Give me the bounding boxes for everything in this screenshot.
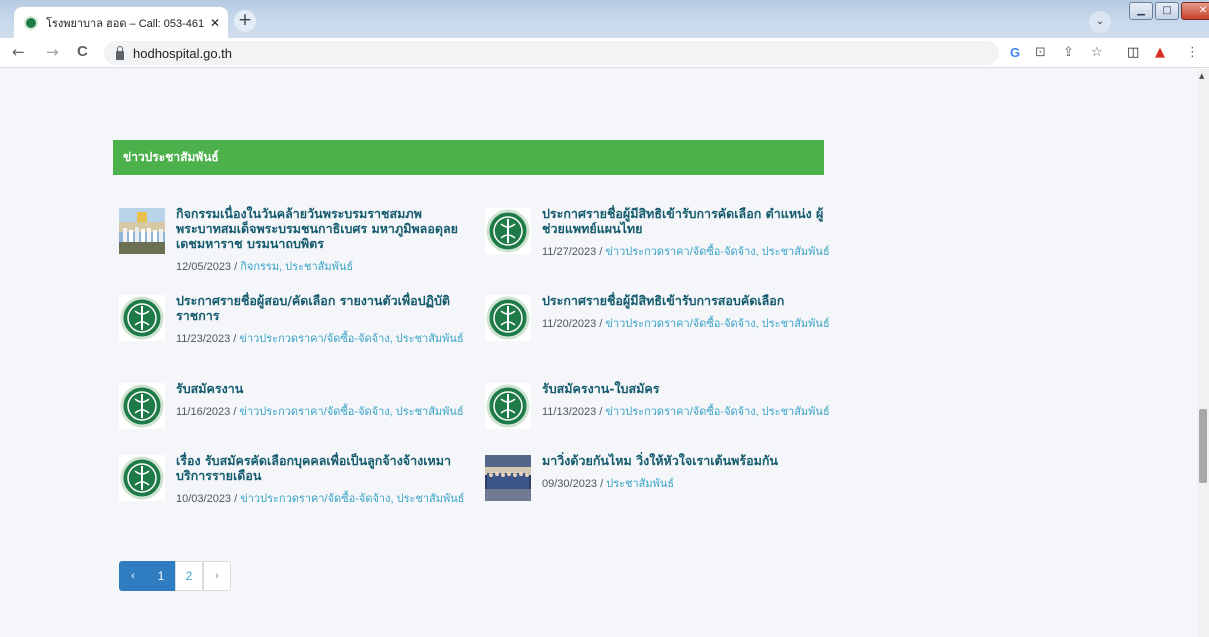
news-meta: 10/03/2023 / ข่าวประกวดราคา/จัดซื้อ-จัดจ… (176, 491, 466, 507)
running-photo-thumbnail[interactable] (485, 455, 531, 501)
news-category-link[interactable]: ข่าวประกวดราคา/จัดซื้อ-จัดจ้าง, ประชาสัม… (605, 318, 829, 330)
tab-title: โรงพยาบาล ฮอด – Call: 053-461121 (46, 17, 204, 30)
minimize-button[interactable]: ▁ (1129, 2, 1153, 20)
meta-separator: / (231, 493, 241, 505)
news-title-link[interactable]: มาวิ่งด้วยกันไหม วิ่งให้หัวใจเราเต้นพร้อ… (542, 453, 832, 468)
tab-close-icon[interactable]: ✕ (210, 16, 220, 30)
news-title-link[interactable]: เรื่อง รับสมัครคัดเลือกบุคคลเพื่อเป็นลูก… (176, 453, 466, 483)
pagination-page-2[interactable]: 2 (175, 561, 203, 591)
share-icon[interactable]: ⇪ (1063, 45, 1074, 60)
new-tab-button[interactable]: + (234, 10, 256, 32)
moph-logo-thumbnail[interactable] (485, 383, 531, 429)
moph-logo-thumbnail[interactable] (485, 295, 531, 341)
news-meta: 11/23/2023 / ข่าวประกวดราคา/จัดซื้อ-จัดจ… (176, 331, 466, 347)
back-button[interactable]: ← (12, 43, 25, 61)
meta-separator: / (231, 261, 241, 273)
pagination: ‹ 1 2 › (119, 561, 231, 591)
maximize-button[interactable]: □ (1155, 2, 1179, 20)
moph-logo-thumbnail[interactable] (119, 455, 165, 501)
news-meta: 09/30/2023 / ประชาสัมพันธ์ (542, 476, 832, 492)
news-meta: 11/16/2023 / ข่าวประกวดราคา/จัดซื้อ-จัดจ… (176, 404, 466, 420)
pagination-page-1[interactable]: 1 (147, 561, 175, 591)
url-text: hodhospital.go.th (133, 45, 233, 61)
news-date: 11/23/2023 (176, 333, 231, 345)
close-window-button[interactable]: ✕ (1181, 2, 1209, 20)
news-date: 11/16/2023 (176, 406, 231, 418)
news-title-link[interactable]: กิจกรรมเนื่องในวันคล้ายวันพระบรมราชสมภพพ… (176, 206, 466, 251)
pagination-next-button[interactable]: › (203, 561, 231, 591)
news-section-header: ข่าวประชาสัมพันธ์ (113, 140, 824, 175)
news-category-link[interactable]: ข่าวประกวดราคา/จัดซื้อ-จัดจ้าง, ประชาสัม… (605, 406, 829, 418)
reload-button[interactable]: C (77, 43, 88, 60)
news-category-link[interactable]: ข่าวประกวดราคา/จัดซื้อ-จัดจ้าง, ประชาสัม… (605, 246, 829, 258)
translate-icon[interactable]: ⊡ (1035, 45, 1046, 60)
news-meta: 11/20/2023 / ข่าวประกวดราคา/จัดซื้อ-จัดจ… (542, 316, 832, 332)
tab-search-button[interactable]: ⌄ (1089, 11, 1111, 33)
section-title: ข่าวประชาสัมพันธ์ (123, 150, 219, 164)
scroll-up-arrow-icon[interactable]: ▲ (1199, 72, 1204, 80)
extension-icon[interactable]: ▲ (1155, 45, 1165, 60)
page-content: ข่าวประชาสัมพันธ์ กิจกรรมเนื่องในวันคล้า… (0, 69, 1197, 637)
moph-logo-thumbnail[interactable] (119, 295, 165, 341)
news-date: 12/05/2023 (176, 261, 232, 273)
activity-photo-thumbnail[interactable] (119, 208, 165, 254)
moph-logo-thumbnail[interactable] (485, 208, 531, 254)
side-panel-icon[interactable]: ◫ (1127, 45, 1139, 60)
bookmark-star-icon[interactable]: ☆ (1091, 45, 1103, 60)
hospital-favicon-icon (24, 15, 38, 30)
pagination-prev-button[interactable]: ‹ (119, 561, 147, 591)
browser-tab-strip: โรงพยาบาล ฮอด – Call: 053-461121 ✕ + ⌄ ▁… (0, 0, 1209, 38)
news-meta: 11/13/2023 / ข่าวประกวดราคา/จัดซื้อ-จัดจ… (542, 404, 832, 420)
news-date: 10/03/2023 (176, 493, 232, 505)
vertical-scrollbar[interactable]: ▲ (1197, 69, 1209, 637)
scrollbar-thumb[interactable] (1199, 409, 1207, 483)
lock-icon (116, 45, 124, 60)
news-date: 11/13/2023 (542, 406, 597, 418)
news-category-link[interactable]: ข่าวประกวดราคา/จัดซื้อ-จัดจ้าง, ประชาสัม… (240, 493, 464, 505)
forward-button[interactable]: → (46, 43, 59, 61)
news-title-link[interactable]: ประกาศรายชื่อผู้สอบ/คัดเลือก รายงานตัวเพ… (176, 293, 466, 323)
news-meta: 11/27/2023 / ข่าวประกวดราคา/จัดซื้อ-จัดจ… (542, 244, 832, 260)
news-title-link[interactable]: รับสมัครงาน-ใบสมัคร (542, 381, 832, 396)
browser-tab[interactable]: โรงพยาบาล ฮอด – Call: 053-461121 ✕ (14, 7, 228, 38)
news-date: 11/27/2023 (542, 246, 597, 258)
news-category-link[interactable]: ข่าวประกวดราคา/จัดซื้อ-จัดจ้าง, ประชาสัม… (239, 406, 463, 418)
moph-logo-thumbnail[interactable] (119, 383, 165, 429)
news-date: 09/30/2023 (542, 478, 598, 490)
menu-icon[interactable]: ⋮ (1186, 45, 1199, 60)
news-category-link[interactable]: ข่าวประกวดราคา/จัดซื้อ-จัดจ้าง, ประชาสัม… (239, 333, 463, 345)
news-title-link[interactable]: ประกาศรายชื่อผู้มีสิทธิเข้ารับการคัดเลือ… (542, 206, 832, 236)
news-title-link[interactable]: รับสมัครงาน (176, 381, 466, 396)
window-controls: ▁ □ ✕ (1129, 2, 1209, 20)
news-meta: 12/05/2023 / กิจกรรม, ประชาสัมพันธ์ (176, 259, 466, 275)
news-title-link[interactable]: ประกาศรายชื่อผู้มีสิทธิเข้ารับการสอบคัดเ… (542, 293, 832, 308)
news-category-link[interactable]: ประชาสัมพันธ์ (606, 478, 674, 490)
news-category-link[interactable]: กิจกรรม, ประชาสัมพันธ์ (240, 261, 353, 273)
google-lens-icon[interactable]: G (1010, 45, 1020, 60)
url-field[interactable]: hodhospital.go.th (104, 41, 999, 65)
meta-separator: / (597, 478, 607, 490)
address-bar: ← → C hodhospital.go.th G ⊡ ⇪ ☆ ◫ ▲ ⋮ (0, 38, 1209, 68)
news-date: 11/20/2023 (542, 318, 597, 330)
